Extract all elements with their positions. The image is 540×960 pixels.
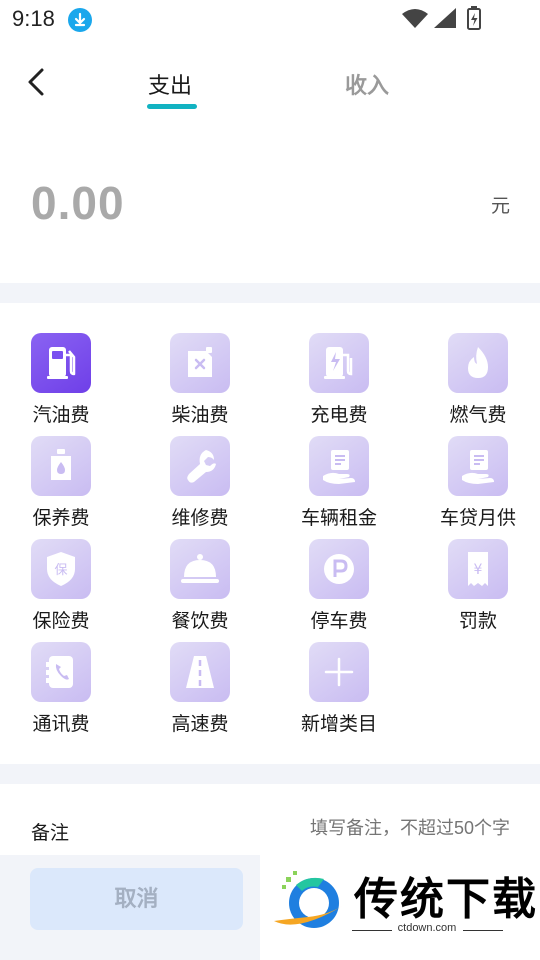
- category-parking[interactable]: 停车费: [289, 509, 389, 632]
- category-vehicle-rent[interactable]: 车辆租金: [289, 406, 389, 529]
- watermark-text: 传统下载: [354, 875, 538, 924]
- category-grid: 汽油费 柴油费 充电费 燃气费 保养费 维修费 车辆租金 车贷月供 保 保险费 …: [0, 303, 540, 763]
- battery-charging-icon: [467, 6, 481, 30]
- remark-label: 备注: [31, 823, 70, 844]
- category-label: 罚款: [458, 611, 497, 632]
- plus-icon: [309, 642, 369, 702]
- signal-icon: [434, 8, 456, 28]
- category-add-new[interactable]: 新增类目: [289, 612, 389, 735]
- category-highway[interactable]: 高速费: [150, 612, 250, 735]
- active-tab-indicator: [147, 104, 197, 109]
- svg-text:保: 保: [54, 563, 67, 578]
- fuel-can-icon: [170, 333, 230, 393]
- category-gasoline[interactable]: 汽油费: [11, 303, 111, 426]
- status-time: 9:18: [12, 6, 55, 31]
- wifi-icon: [402, 9, 428, 28]
- category-repair[interactable]: 维修费: [150, 406, 250, 529]
- hand-money-icon: [448, 436, 508, 496]
- watermark: 传统下载 ctdown.com: [260, 855, 540, 960]
- flame-icon: [448, 333, 508, 393]
- section-divider: [0, 283, 540, 303]
- charging-station-icon: [309, 333, 369, 393]
- cancel-button[interactable]: 取消: [30, 868, 243, 930]
- currency-unit: 元: [490, 196, 510, 217]
- category-maintenance[interactable]: 保养费: [11, 406, 111, 529]
- category-fine[interactable]: ¥ 罚款: [428, 509, 528, 632]
- parking-icon: [309, 539, 369, 599]
- phone-icon: [31, 642, 91, 702]
- status-icons: [402, 6, 481, 30]
- gas-pump-icon: [31, 333, 91, 393]
- category-label: 通讯费: [32, 714, 90, 735]
- hand-money-icon: [309, 436, 369, 496]
- download-icon: [68, 8, 92, 32]
- status-bar: 9:18: [0, 0, 540, 38]
- section-divider: [0, 764, 540, 784]
- receipt-yen-icon: ¥: [448, 539, 508, 599]
- category-telecom[interactable]: 通讯费: [11, 612, 111, 735]
- tab-expense[interactable]: 支出: [148, 68, 192, 100]
- category-charging[interactable]: 充电费: [289, 303, 389, 426]
- category-insurance[interactable]: 保 保险费: [11, 509, 111, 632]
- category-label: 高速费: [171, 714, 229, 735]
- category-dining[interactable]: 餐饮费: [150, 509, 250, 632]
- category-label: 新增类目: [300, 714, 377, 735]
- chevron-left-icon: [28, 68, 44, 96]
- bottom-bar: 取消 传统下载 ctdown.com: [0, 855, 540, 960]
- amount-input[interactable]: 0.00: [31, 176, 125, 230]
- back-button[interactable]: [22, 64, 54, 100]
- watermark-rule: [463, 930, 503, 931]
- oil-bottle-icon: [31, 436, 91, 496]
- watermark-url: ctdown.com: [397, 922, 457, 934]
- header: 支出 收入: [0, 40, 540, 130]
- watermark-logo: [274, 871, 344, 928]
- highway-icon: [170, 642, 230, 702]
- remark-input[interactable]: [230, 818, 510, 839]
- svg-text:¥: ¥: [474, 562, 483, 578]
- category-diesel[interactable]: 柴油费: [150, 303, 250, 426]
- tab-income[interactable]: 收入: [345, 68, 389, 100]
- food-cloche-icon: [170, 539, 230, 599]
- category-gas[interactable]: 燃气费: [428, 303, 528, 426]
- insurance-shield-icon: 保: [31, 539, 91, 599]
- wrench-icon: [170, 436, 230, 496]
- category-car-loan[interactable]: 车贷月供: [428, 406, 528, 529]
